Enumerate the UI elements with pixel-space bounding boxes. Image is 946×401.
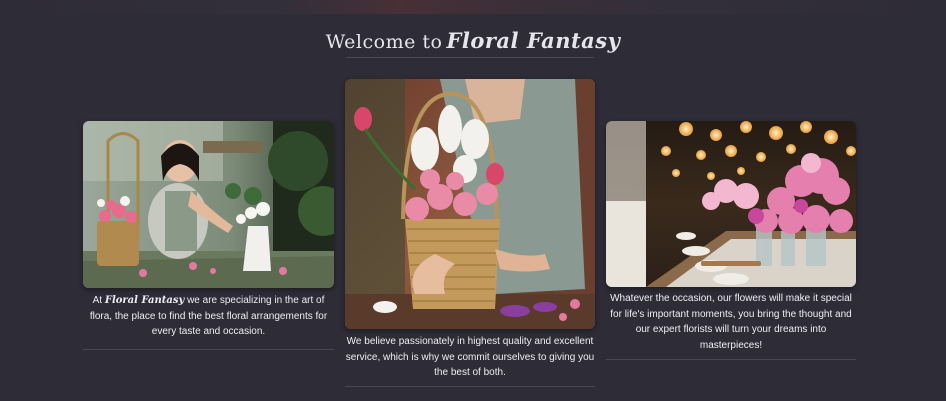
florist-photo	[83, 121, 334, 288]
title-divider	[346, 57, 594, 58]
card-2-caption: We believe passionately in highest quali…	[345, 334, 595, 381]
card-1-divider	[83, 349, 334, 350]
event-table-photo	[606, 121, 856, 287]
caption-3-text: Whatever the occasion, our flowers will …	[610, 293, 852, 351]
card-3-caption: Whatever the occasion, our flowers will …	[606, 291, 856, 353]
card-3-divider	[606, 359, 856, 360]
card-1-caption: At Floral Fantasy we are specializing in…	[83, 293, 334, 340]
title-prefix: Welcome to	[325, 31, 443, 53]
caption-2-text: We believe passionately in highest quali…	[345, 336, 595, 378]
basket-bouquet-photo	[345, 79, 595, 329]
section-title: Welcome to Floral Fantasy	[0, 28, 946, 53]
card-2-divider	[345, 386, 595, 387]
header-banner-edge	[0, 0, 946, 14]
title-brand: Floral Fantasy	[446, 28, 621, 53]
caption-1-brand: Floral Fantasy	[104, 295, 185, 306]
caption-1-prefix: At	[92, 295, 103, 306]
